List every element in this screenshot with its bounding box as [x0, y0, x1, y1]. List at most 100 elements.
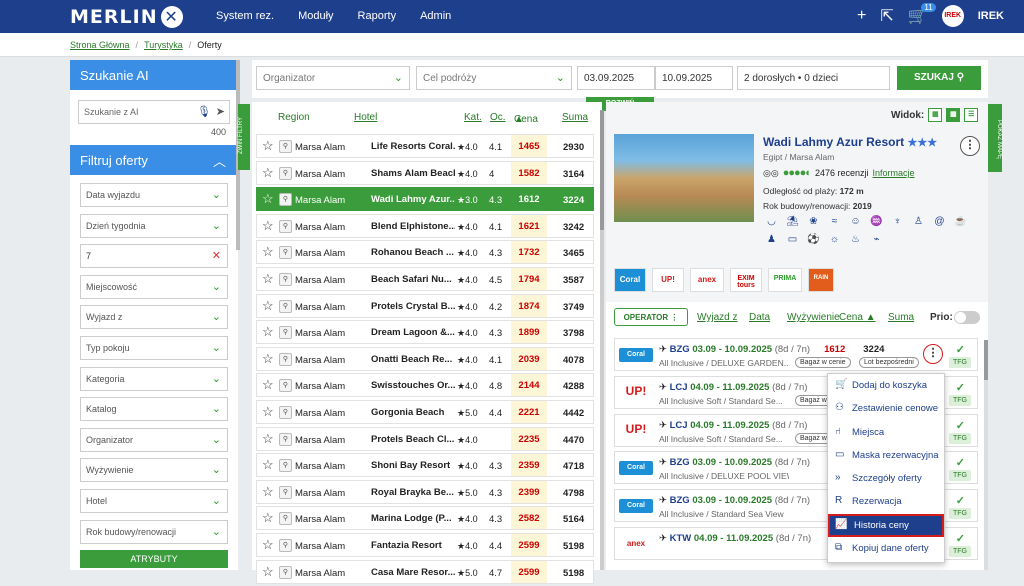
col-data[interactable]: Data: [749, 312, 770, 323]
filter-rok-budowy[interactable]: Rok budowy/renowacji ⌄: [80, 519, 228, 544]
row-hotel[interactable]: Dream Lagoon &...: [371, 327, 455, 338]
avatar[interactable]: IREK: [941, 5, 964, 27]
date-to-input[interactable]: 10.09.2025: [655, 66, 733, 90]
col-kat[interactable]: Kat.: [464, 112, 482, 123]
table-row[interactable]: ☆ ⚲ Marsa Alam Onatti Beach Re... ★4.0 4.1 203…: [256, 346, 594, 371]
filter-duration-input[interactable]: 7 ✕: [80, 244, 228, 269]
menu-reservation[interactable]: R Rezerwacja: [828, 490, 944, 513]
row-hotel[interactable]: Rohanou Beach ...: [371, 247, 455, 258]
plus-icon[interactable]: +: [857, 7, 866, 25]
favorite-star-icon[interactable]: ☆: [262, 244, 274, 260]
table-row[interactable]: ☆ ⚲ Marsa Alam Royal Brayka Be... ★5.0 4.3 239…: [256, 479, 594, 504]
offer-options-button[interactable]: ⋮: [923, 344, 943, 364]
favorite-star-icon[interactable]: ☆: [262, 510, 274, 526]
operator-logo-up[interactable]: UP!: [652, 268, 684, 292]
show-map-tab[interactable]: POKAŻ MAPĘ: [988, 104, 1002, 172]
filter-hotel[interactable]: Hotel ⌄: [80, 488, 228, 513]
table-row[interactable]: ☆ ⚲ Marsa Alam Blend Elphistone... ★4.0 4.1 16…: [256, 213, 594, 238]
filter-wyjazd-z[interactable]: Wyjazd z ⌄: [80, 305, 228, 330]
favorite-star-icon[interactable]: ☆: [262, 218, 274, 234]
chevron-up-icon[interactable]: ︿: [213, 151, 226, 170]
operator-logo-anex[interactable]: anex: [690, 268, 724, 292]
favorite-star-icon[interactable]: ☆: [262, 457, 274, 473]
hotel-photo[interactable]: [614, 134, 754, 222]
favorite-star-icon[interactable]: ☆: [262, 351, 274, 367]
menu-price-comparison[interactable]: ⚇ Zestawienie cenowe: [828, 397, 944, 420]
search-icon[interactable]: ⚲: [279, 299, 292, 313]
clear-icon[interactable]: ✕: [212, 249, 221, 262]
table-row[interactable]: ☆ ⚲ Marsa Alam Life Resorts Coral... ★4.0 4.1…: [256, 134, 594, 158]
user-name[interactable]: IREK: [978, 10, 1004, 22]
cart-icon[interactable]: 🛒 11: [908, 3, 936, 26]
filter-organizator[interactable]: Organizator ⌄: [80, 427, 228, 452]
list-scroll-thumb[interactable]: [600, 110, 604, 230]
table-row[interactable]: ☆ ⚲ Marsa Alam Marina Lodge (P... ★4.0 4.3 258…: [256, 506, 594, 531]
search-icon[interactable]: ⚲: [279, 219, 292, 233]
search-icon[interactable]: ⚲: [279, 326, 292, 340]
date-from-input[interactable]: 03.09.2025: [577, 66, 655, 90]
organizator-select[interactable]: Organizator ⌄: [256, 66, 410, 90]
favorite-star-icon[interactable]: ☆: [262, 377, 274, 393]
filter-kategoria[interactable]: Kategoria ⌄: [80, 366, 228, 391]
search-icon[interactable]: ⚲: [279, 272, 292, 286]
search-icon[interactable]: ⚲: [279, 379, 292, 393]
col-hotel[interactable]: Hotel: [354, 112, 377, 123]
table-row[interactable]: ☆ ⚲ Marsa Alam Casa Mare Resor... ★5.0 4.7 259…: [256, 559, 594, 584]
menu-add-to-cart[interactable]: 🛒 Dodaj do koszyka: [828, 374, 944, 397]
breadcrumb-turystyka[interactable]: Turystyka: [144, 40, 183, 50]
breadcrumb-home[interactable]: Strona Główna: [70, 40, 130, 50]
favorite-star-icon[interactable]: ☆: [262, 404, 274, 420]
row-hotel[interactable]: Fantazia Resort: [371, 540, 455, 551]
view-card-icon[interactable]: ▦: [928, 108, 943, 122]
filter-miejscowosc[interactable]: Miejscowość ⌄: [80, 274, 228, 299]
favorite-star-icon[interactable]: ☆: [262, 431, 274, 447]
table-row[interactable]: ☆ ⚲ Marsa Alam Rohanou Beach ... ★4.0 4.3 1732…: [256, 240, 594, 265]
row-hotel[interactable]: Protels Crystal B...: [371, 301, 455, 312]
row-hotel[interactable]: Casa Mare Resor...: [371, 567, 455, 578]
offer-row[interactable]: Coral ✈ BZG 03.09 - 10.09.2025 (8d / 7n) 1…: [614, 338, 978, 371]
send-icon[interactable]: ➤: [216, 105, 225, 118]
col-region[interactable]: Region: [278, 112, 310, 123]
search-icon[interactable]: ⚲: [279, 512, 292, 526]
ai-search-input[interactable]: Szukanie z AI 🎙 ➤: [78, 100, 230, 124]
atrybuty-button[interactable]: ATRYBUTY: [80, 550, 228, 569]
row-hotel[interactable]: Shoni Bay Resort: [371, 460, 455, 471]
menu-copy-offer[interactable]: ⧉ Kopiuj dane oferty: [828, 537, 944, 560]
row-hotel[interactable]: Beach Safari Nu...: [371, 274, 455, 285]
table-row[interactable]: ☆ ⚲Marsa Alam Shams Alam Beach...★4.0 4 1582…: [256, 160, 594, 185]
table-row[interactable]: ☆ ⚲ Marsa Alam Wadi Lahmy Azur... ★3.0 4.3 161…: [256, 187, 594, 212]
table-row[interactable]: ☆ ⚲ Marsa Alam Swisstouches Or... ★4.0 4.8 214…: [256, 373, 594, 398]
row-hotel[interactable]: Gorgonia Beach: [371, 407, 455, 418]
search-icon[interactable]: ⚲: [279, 246, 292, 260]
hotel-options-button[interactable]: ⋮: [960, 136, 980, 156]
favorite-star-icon[interactable]: ☆: [262, 537, 274, 553]
menu-booking-mask[interactable]: ▭ Maska rezerwacyjna: [828, 444, 944, 467]
row-hotel[interactable]: Marina Lodge (P...: [371, 513, 455, 524]
search-icon[interactable]: ⚲: [279, 193, 292, 207]
operator-logo-exim[interactable]: EXIM tours: [730, 268, 762, 292]
offers-scroll-thumb[interactable]: [984, 340, 988, 380]
col-cena-offers[interactable]: Cena ▲: [839, 312, 876, 323]
row-hotel[interactable]: Life Resorts Coral...: [371, 141, 455, 152]
filter-typ-pokoju[interactable]: Typ pokoju ⌄: [80, 335, 228, 360]
favorite-star-icon[interactable]: ☆: [262, 165, 274, 181]
col-suma[interactable]: Suma: [562, 112, 588, 123]
search-icon[interactable]: ⚲: [279, 140, 292, 153]
row-hotel[interactable]: Wadi Lahmy Azur...: [371, 194, 455, 205]
nav-system-rez[interactable]: System rez.: [216, 10, 274, 22]
nav-admin[interactable]: Admin: [420, 10, 451, 22]
row-hotel[interactable]: Royal Brayka Be...: [371, 487, 455, 498]
favorite-star-icon[interactable]: ☆: [262, 298, 274, 314]
favorite-star-icon[interactable]: ☆: [262, 564, 274, 580]
col-oc[interactable]: Oc.: [490, 112, 506, 123]
search-icon[interactable]: ⚲: [279, 538, 292, 552]
menu-seats[interactable]: ⑁ Miejsca: [828, 421, 944, 444]
prio-toggle[interactable]: [954, 311, 980, 324]
search-icon[interactable]: ⚲: [279, 432, 292, 446]
table-row[interactable]: ☆ ⚲ Marsa Alam Shoni Bay Resort ★4.0 4.3 2359 4…: [256, 453, 594, 478]
table-row[interactable]: ☆ ⚲ Marsa Alam Protels Crystal B... ★4.0 4.2 1…: [256, 293, 594, 318]
filter-wyzywienie[interactable]: Wyżywienie ⌄: [80, 458, 228, 483]
row-hotel[interactable]: Protels Beach Cl...: [371, 434, 455, 445]
filter-offers-header[interactable]: Filtruj oferty ︿: [70, 145, 238, 175]
menu-offer-details[interactable]: » Szczegóły oferty: [828, 467, 944, 490]
